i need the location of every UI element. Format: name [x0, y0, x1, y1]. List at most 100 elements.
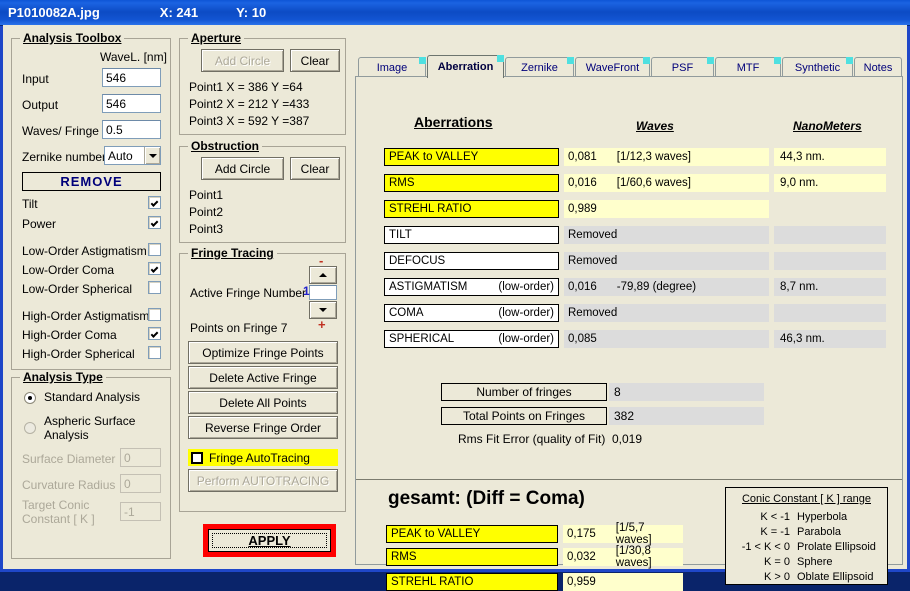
output-wavelength-field[interactable]: 546 [102, 94, 161, 113]
tab-aberration[interactable]: Aberration [427, 55, 504, 78]
remove-item-checkbox-high-order-coma[interactable] [148, 327, 161, 340]
input-label: Input [22, 72, 49, 86]
aberration-detail-text-1: [1/60,6 waves] [616, 177, 691, 189]
aberration-row-name-7: SPHERICAL (low-order) [384, 330, 559, 348]
aberration-row-value-6: Removed [564, 304, 769, 322]
curvature-radius-field[interactable]: 0 [120, 474, 161, 493]
gesamt-row-name-2: STREHL RATIO [386, 573, 558, 591]
gesamt-row-value-1: 0,032 [1/30,8 waves] [563, 545, 683, 569]
aperture-point-1: Point1 X = 386 Y =64 [189, 80, 303, 94]
waves-per-fringe-field[interactable]: 0.5 [102, 120, 161, 139]
target-conic-constant-label: Target Conic Constant [ K ] [22, 498, 95, 526]
fringe-spinner-up-button[interactable] [309, 266, 337, 284]
aperture-clear-button[interactable]: Clear [290, 49, 340, 72]
gesamt-row-value-0: 0,175 [1/5,7 waves] [563, 522, 683, 546]
surface-diameter-field[interactable]: 0 [120, 448, 161, 467]
fringe-autotracing-checkbox[interactable] [191, 451, 203, 464]
reverse-fringe-order-button[interactable]: Reverse Fringe Order [188, 416, 338, 439]
remove-item-checkbox-high-order-astigmatism[interactable] [148, 308, 161, 321]
conic-row-0: K < -1 Hyperbola [732, 511, 847, 523]
tab-notes[interactable]: Notes [854, 57, 902, 77]
zernike-number-combo[interactable]: Auto [104, 146, 161, 165]
tab-zernike-label: Zernike [521, 61, 558, 74]
remove-item-checkbox-tilt[interactable] [148, 196, 161, 209]
remove-item-label-2: Low-Order Astigmatism [22, 244, 147, 258]
gesamt-value-text-0: 0,175 [567, 528, 596, 540]
optimize-fringe-points-button[interactable]: Optimize Fringe Points [188, 341, 338, 364]
remove-item-checkbox-power[interactable] [148, 216, 161, 229]
analysis-toolbox-legend: Analysis Toolbox [20, 31, 125, 45]
tab-corner-nib-icon [419, 57, 426, 64]
fringe-tracing-legend: Fringe Tracing [188, 246, 277, 260]
caret-down-icon [319, 308, 327, 312]
obstruction-point-2: Point2 [189, 205, 224, 219]
aperture-group: Aperture Add Circle Clear Point1 X = 386… [179, 31, 346, 135]
obstruction-add-circle-button[interactable]: Add Circle [201, 157, 284, 180]
fringe-autotracing-row[interactable]: Fringe AutoTracing [188, 449, 338, 466]
remove-item-label-0: Tilt [22, 197, 38, 211]
aberration-row-nm-4 [774, 252, 886, 270]
aberration-row-value-0: 0,081 [1/12,3 waves] [564, 148, 769, 166]
remove-item-label-5: High-Order Astigmatism [22, 309, 150, 323]
remove-item-label-1: Power [22, 217, 57, 231]
conic-k-text-1: K = -1 [760, 526, 790, 538]
aberration-row-nm-5: 8,7 nm. [774, 278, 886, 296]
remove-item-checkbox-low-order-astigmatism[interactable] [148, 243, 161, 256]
aberration-value-text-1: 0,016 [568, 177, 597, 189]
analysis-toolbox-group: Analysis Toolbox WaveL. [nm] Input 546 O… [11, 31, 171, 370]
obstruction-point-3: Point3 [189, 222, 224, 236]
aberrations-title: Aberrations [414, 114, 493, 130]
rms-fit-error-value: 0,019 [612, 432, 643, 446]
spinner-plus-icon[interactable]: + [318, 317, 326, 332]
radio-aspheric-surface-analysis[interactable] [24, 422, 36, 434]
aberration-row-name-2: STREHL RATIO [384, 200, 559, 218]
conic-k-text-4: K > 0 [764, 571, 790, 583]
gesamt-row-name-0: PEAK to VALLEY [386, 525, 558, 543]
aberration-name-text-3: TILT [389, 229, 412, 241]
remove-item-label-7: High-Order Spherical [22, 347, 135, 361]
perform-autotracing-button[interactable]: Perform AUTOTRACING [188, 469, 338, 492]
tab-mtf[interactable]: MTF [715, 57, 781, 77]
tab-synthetic[interactable]: Synthetic [782, 57, 853, 77]
input-wavelength-field[interactable]: 546 [102, 68, 161, 87]
tab-corner-nib-icon [846, 57, 853, 64]
tab-corner-nib-icon [567, 57, 574, 64]
delete-active-fringe-button[interactable]: Delete Active Fringe [188, 366, 338, 389]
target-conic-constant-field[interactable]: -1 [120, 502, 161, 521]
conic-constant-legend-box: Conic Constant [ K ] range K < -1 Hyperb… [725, 487, 888, 585]
obstruction-point-1: Point1 [189, 188, 224, 202]
zernike-number-value: Auto [108, 148, 133, 163]
aperture-add-circle-button[interactable]: Add Circle [201, 49, 284, 72]
aberration-value-text-3: Removed [568, 229, 618, 241]
results-tab-panel: Image Aberration Zernike WaveFront PSF M… [355, 55, 903, 591]
aberration-row-value-4: Removed [564, 252, 769, 270]
delete-all-points-button[interactable]: Delete All Points [188, 391, 338, 414]
tab-psf[interactable]: PSF [651, 57, 714, 77]
aspheric-surface-analysis-label: Aspheric Surface Analysis [44, 414, 136, 442]
fringe-spinner-field[interactable] [309, 285, 337, 300]
remove-item-checkbox-low-order-spherical[interactable] [148, 281, 161, 294]
remove-item-checkbox-high-order-spherical[interactable] [148, 346, 161, 359]
tab-image[interactable]: Image [358, 57, 426, 77]
analysis-type-legend: Analysis Type [20, 370, 106, 384]
tab-wavefront[interactable]: WaveFront [575, 57, 650, 77]
apply-button-label: APPLY [212, 533, 327, 548]
analysis-type-group: Analysis Type Standard Analysis Aspheric… [11, 370, 171, 559]
aberration-row-value-5: 0,016 -79,89 (degree) [564, 278, 769, 296]
remove-item-checkbox-low-order-coma[interactable] [148, 262, 161, 275]
aberration-row-nm-3 [774, 226, 886, 244]
conic-name-text-2: Prolate Ellipsoid [797, 541, 876, 553]
obstruction-legend: Obstruction [188, 139, 262, 153]
apply-button-frame: APPLY [203, 524, 336, 557]
obstruction-clear-button[interactable]: Clear [290, 157, 340, 180]
aberration-value-text-4: Removed [568, 255, 618, 267]
aberration-name-text-1: RMS [389, 177, 415, 189]
tab-zernike[interactable]: Zernike [505, 57, 574, 77]
chevron-down-icon[interactable] [144, 147, 160, 164]
radio-standard-analysis[interactable] [24, 392, 36, 404]
conic-name-text-3: Sphere [797, 556, 833, 568]
cursor-x-readout: X: 241 [159, 5, 199, 20]
aberration-row-name-4: DEFOCUS [384, 252, 559, 270]
apply-button[interactable]: APPLY [208, 529, 331, 552]
tab-notes-label: Notes [863, 61, 893, 74]
